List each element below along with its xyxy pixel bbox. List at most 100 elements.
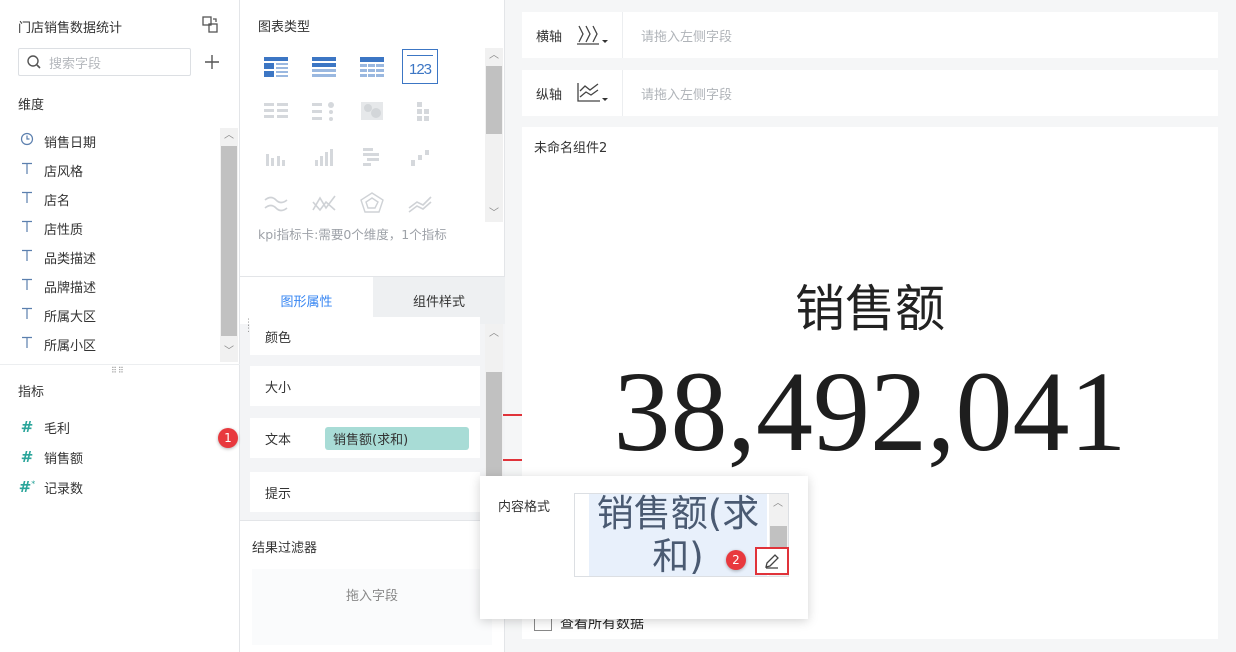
x-axis-type-icon[interactable] bbox=[576, 22, 618, 48]
hash-icon: #* bbox=[18, 478, 36, 496]
switch-dataset-icon[interactable] bbox=[200, 15, 220, 35]
horizontal-bar-icon[interactable] bbox=[354, 140, 390, 174]
kpi-value: 38,492,041 bbox=[613, 348, 1127, 475]
field-label: 品类描述 bbox=[44, 251, 97, 267]
field-item[interactable]: 店名 bbox=[18, 185, 70, 213]
y-axis-placeholder: 请拖入左侧字段 bbox=[641, 87, 733, 103]
dimension-scrollbar[interactable]: ︿ ﹀ bbox=[220, 128, 238, 362]
pencil-icon bbox=[765, 554, 779, 569]
field-label: 销售日期 bbox=[44, 135, 97, 151]
content-format-label: 内容格式 bbox=[498, 500, 551, 515]
scroll-thumb[interactable] bbox=[486, 66, 502, 134]
scroll-thumb[interactable] bbox=[221, 146, 237, 336]
x-axis-shelf[interactable]: 横轴 请拖入左侧字段 bbox=[522, 12, 1218, 58]
divider bbox=[622, 70, 623, 116]
text-icon bbox=[18, 190, 36, 208]
measure-heading: 指标 bbox=[18, 385, 45, 400]
dimension-heading: 维度 bbox=[18, 98, 45, 113]
field-item[interactable]: 品类描述 bbox=[18, 243, 96, 271]
field-item[interactable]: 店风格 bbox=[18, 156, 83, 184]
dataset-title: 门店销售数据统计 bbox=[18, 21, 123, 36]
grouped-table-icon[interactable] bbox=[258, 94, 294, 128]
area-chart-icon[interactable] bbox=[402, 186, 438, 220]
component-title[interactable]: 未命名组件2 bbox=[534, 137, 607, 156]
radar-chart-icon[interactable] bbox=[354, 186, 390, 220]
field-label: 记录数 bbox=[44, 481, 84, 497]
search-icon bbox=[19, 54, 49, 70]
field-item[interactable]: 店性质 bbox=[18, 214, 83, 242]
scroll-down-icon[interactable]: ﹀ bbox=[221, 344, 237, 360]
divider bbox=[240, 520, 505, 521]
block-chart-icon[interactable] bbox=[402, 94, 438, 128]
text-icon bbox=[18, 335, 36, 353]
step-marker-2: 2 bbox=[726, 550, 746, 570]
column-chart-icon[interactable] bbox=[306, 140, 342, 174]
text-icon bbox=[18, 306, 36, 324]
text-icon bbox=[18, 248, 36, 266]
field-label: 店风格 bbox=[44, 164, 84, 180]
field-item[interactable]: 所属大区 bbox=[18, 301, 96, 329]
line-chart-icon[interactable] bbox=[258, 186, 294, 220]
field-item[interactable]: # 毛利 bbox=[18, 413, 70, 441]
dot-table-icon[interactable] bbox=[306, 94, 342, 128]
detail-table-icon[interactable] bbox=[354, 50, 390, 84]
field-label: 所属大区 bbox=[44, 309, 97, 325]
field-label: 店性质 bbox=[44, 222, 84, 238]
field-label: 毛利 bbox=[44, 421, 71, 437]
search-field[interactable]: 搜索字段 bbox=[18, 48, 191, 76]
kpi-card-icon[interactable]: 123 bbox=[402, 49, 438, 84]
hash-icon: # bbox=[20, 418, 34, 436]
field-label: 所属小区 bbox=[44, 338, 97, 354]
scroll-up-icon[interactable]: ︿ bbox=[486, 326, 502, 342]
cross-table-icon[interactable] bbox=[306, 50, 342, 84]
scroll-up-icon[interactable]: ︿ bbox=[486, 48, 502, 64]
content-format-popup: 内容格式 销售额(求和) ︿ 2 bbox=[480, 476, 808, 619]
search-placeholder: 搜索字段 bbox=[49, 56, 102, 72]
chart-requirement-hint: kpi指标卡:需要0个维度，1个指标 bbox=[258, 227, 447, 242]
step-marker-1: 1 bbox=[218, 428, 238, 448]
field-label: 店名 bbox=[44, 193, 71, 209]
add-field-icon[interactable] bbox=[202, 52, 222, 72]
y-axis-type-icon[interactable] bbox=[576, 80, 618, 106]
bar-chart-icon[interactable] bbox=[258, 140, 294, 174]
waterfall-icon[interactable] bbox=[402, 140, 438, 174]
field-label: 销售额 bbox=[44, 451, 84, 467]
text-icon bbox=[18, 219, 36, 237]
resize-handle-icon[interactable]: ⠿⠿ bbox=[111, 366, 125, 375]
field-item[interactable]: #* 记录数 bbox=[18, 473, 83, 501]
divider bbox=[622, 12, 623, 58]
chart-type-heading: 图表类型 bbox=[258, 20, 311, 35]
field-item[interactable]: 品牌描述 bbox=[18, 272, 96, 300]
scroll-up-icon[interactable]: ︿ bbox=[770, 496, 786, 512]
field-item[interactable]: 所属小区 bbox=[18, 330, 96, 358]
x-axis-placeholder: 请拖入左侧字段 bbox=[641, 29, 733, 45]
chart-type-scrollbar[interactable]: ︿ ﹀ bbox=[485, 48, 503, 222]
field-item[interactable]: # 销售额 bbox=[18, 443, 83, 471]
edit-format-button[interactable] bbox=[755, 547, 789, 575]
scroll-up-icon[interactable]: ︿ bbox=[221, 128, 237, 144]
result-filter-heading: 结果过滤器 bbox=[252, 541, 318, 556]
y-axis-label: 纵轴 bbox=[536, 87, 563, 103]
prop-size[interactable]: 大小 bbox=[250, 366, 480, 406]
scroll-thumb[interactable] bbox=[770, 526, 787, 548]
field-label: 品牌描述 bbox=[44, 280, 97, 296]
scroll-down-icon[interactable]: ﹀ bbox=[486, 206, 502, 222]
config-panel: 图表类型 123 kpi指标卡:需要0个维度，1个指标 ︿ ﹀ 图形属性 组件样… bbox=[240, 0, 720, 652]
prop-text[interactable]: 文本 销售额(求和) bbox=[250, 418, 480, 458]
text-field-pill[interactable]: 销售额(求和) bbox=[325, 426, 469, 450]
prop-tooltip[interactable]: 提示 bbox=[250, 472, 480, 512]
scroll-thumb[interactable] bbox=[486, 372, 502, 482]
table-chart-icon[interactable] bbox=[258, 50, 294, 84]
field-panel: 门店销售数据统计 搜索字段 维度 销售日期店风格店名店性质品类描述品牌描述所属大… bbox=[0, 0, 240, 652]
hash-icon: # bbox=[20, 448, 34, 466]
divider bbox=[0, 364, 240, 365]
y-axis-shelf[interactable]: 纵轴 请拖入左侧字段 bbox=[522, 70, 1218, 116]
kpi-label: 销售额 bbox=[795, 280, 945, 338]
area-line-icon[interactable] bbox=[306, 186, 342, 220]
text-icon bbox=[18, 277, 36, 295]
x-axis-label: 横轴 bbox=[536, 29, 563, 45]
prop-color[interactable]: 颜色 bbox=[250, 317, 480, 355]
field-item[interactable]: 销售日期 bbox=[18, 127, 96, 155]
heatmap-icon[interactable] bbox=[354, 94, 390, 128]
filter-drop-zone[interactable]: 拖入字段 bbox=[252, 569, 492, 645]
